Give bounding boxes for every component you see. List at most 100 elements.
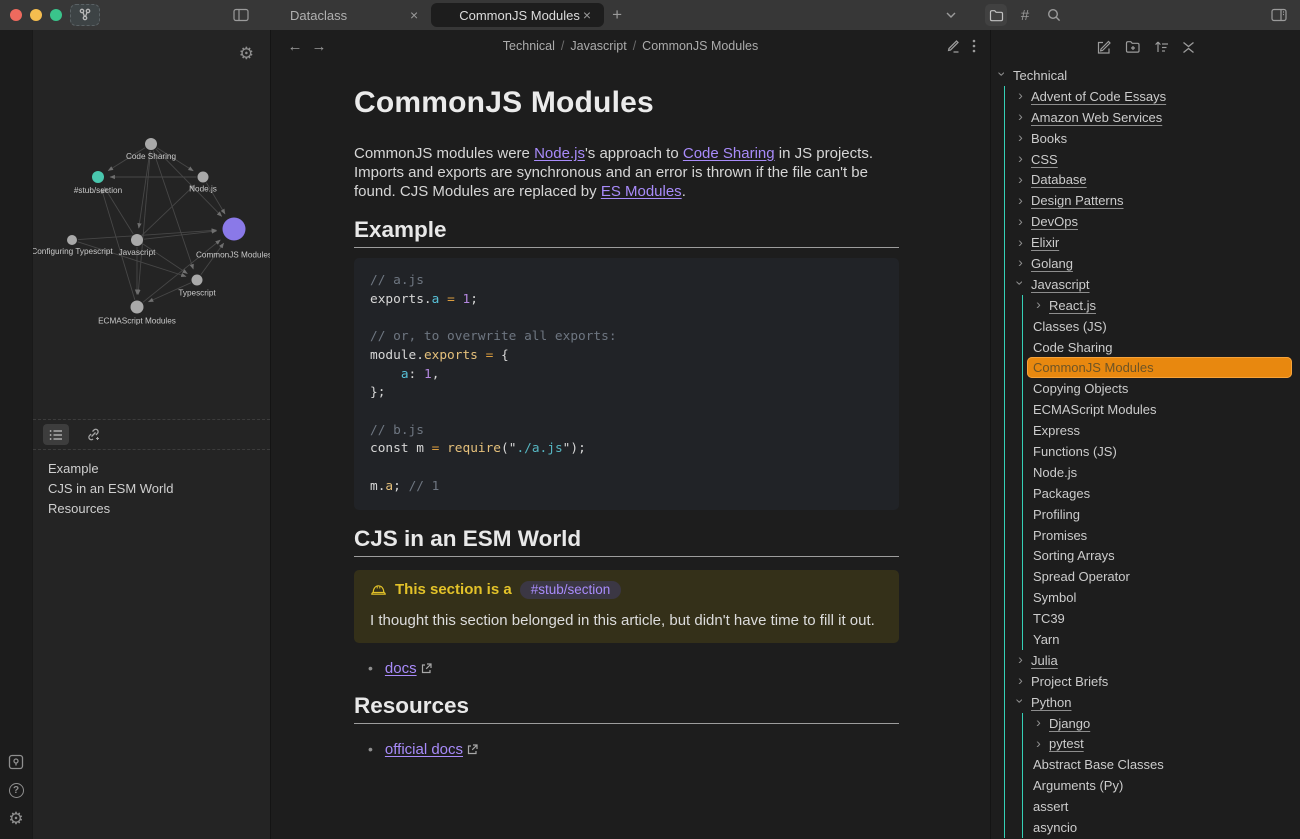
search-button[interactable] [1043, 4, 1065, 26]
tag-stub-section[interactable]: #stub/section [520, 581, 622, 599]
tree-folder[interactable]: ›pytest [1033, 734, 1292, 755]
chevron-icon[interactable]: › [1015, 88, 1026, 102]
inline-link[interactable]: Node.js [534, 145, 585, 162]
chevron-icon[interactable]: › [1015, 172, 1026, 186]
outline-tab-button[interactable] [43, 424, 69, 445]
inline-link[interactable]: ES Modules [601, 183, 682, 200]
outline-item[interactable]: Resources [48, 499, 173, 519]
tree-file[interactable]: Copying Objects [1033, 378, 1292, 399]
official-docs-link[interactable]: official docs [385, 741, 463, 758]
tree-folder[interactable]: ›Python [1015, 692, 1292, 713]
tree-file[interactable]: Packages [1033, 483, 1292, 504]
chevron-icon[interactable]: › [1033, 736, 1044, 750]
graph-node[interactable] [67, 235, 77, 245]
tree-folder[interactable]: ›DevOps [1015, 211, 1292, 232]
chevron-icon[interactable]: › [1015, 109, 1026, 123]
code-block[interactable]: // a.jsexports.a = 1; // or, to overwrit… [354, 258, 899, 509]
tree-file[interactable]: Code Sharing [1033, 337, 1292, 358]
close-icon[interactable]: × [407, 7, 421, 23]
tree-file[interactable]: CommonJS Modules [1027, 357, 1292, 378]
chevron-icon[interactable]: › [1015, 255, 1026, 269]
chevron-icon[interactable]: › [1015, 130, 1026, 144]
graph-node[interactable] [131, 301, 144, 314]
tree-folder[interactable]: ›React.js [1033, 295, 1292, 316]
breadcrumb-segment[interactable]: Technical [503, 39, 555, 53]
chevron-icon[interactable]: › [1015, 151, 1026, 165]
tree-folder[interactable]: ›Design Patterns [1015, 190, 1292, 211]
close-window-button[interactable] [10, 9, 22, 21]
tree-file[interactable]: asyncio [1033, 817, 1292, 838]
chevron-icon[interactable]: › [1014, 696, 1028, 707]
tree-file[interactable]: Classes (JS) [1033, 316, 1292, 337]
graph-node[interactable] [192, 275, 203, 286]
tree-file[interactable]: Abstract Base Classes [1033, 754, 1292, 775]
chevron-icon[interactable]: › [1014, 278, 1028, 289]
tree-file[interactable]: Functions (JS) [1033, 441, 1292, 462]
settings-button[interactable]: ⚙ [7, 809, 25, 827]
chevron-icon[interactable]: › [1015, 235, 1026, 249]
tree-file[interactable]: Symbol [1033, 587, 1292, 608]
tree-folder[interactable]: ›Golang [1015, 253, 1292, 274]
toggle-right-sidebar-button[interactable] [1268, 4, 1290, 26]
tree-file[interactable]: Arguments (Py) [1033, 775, 1292, 796]
tree-folder[interactable]: ›Django [1033, 713, 1292, 734]
chevron-icon[interactable]: › [1015, 652, 1026, 666]
outline-item[interactable]: Example [48, 459, 173, 479]
graph-node[interactable] [131, 234, 143, 246]
tree-file[interactable]: assert [1033, 796, 1292, 817]
tree-folder[interactable]: ›Advent of Code Essays [1015, 86, 1292, 107]
vault-switcher-button[interactable] [7, 753, 25, 771]
tree-file[interactable]: Spread Operator [1033, 566, 1292, 587]
graph-node[interactable] [92, 171, 104, 183]
more-options-button[interactable] [972, 39, 976, 53]
toggle-left-sidebar-button[interactable] [230, 4, 252, 26]
chevron-icon[interactable]: › [1015, 214, 1026, 228]
zoom-window-button[interactable] [50, 9, 62, 21]
tree-folder[interactable]: ›Technical [997, 65, 1292, 86]
chevron-icon[interactable]: › [996, 69, 1010, 80]
tree-file[interactable]: Promises [1033, 525, 1292, 546]
new-note-button[interactable] [1096, 40, 1112, 55]
collapse-all-button[interactable] [1182, 41, 1195, 54]
tree-file[interactable]: Profiling [1033, 504, 1292, 525]
chevron-icon[interactable]: › [1033, 297, 1044, 311]
docs-link[interactable]: docs [385, 660, 417, 677]
tree-folder[interactable]: ›Elixir [1015, 232, 1292, 253]
tree-file[interactable]: TC39 [1033, 608, 1292, 629]
sort-order-button[interactable] [1154, 40, 1169, 54]
outgoing-links-tab-button[interactable] [79, 424, 105, 445]
new-tab-button[interactable]: + [612, 5, 622, 25]
chevron-icon[interactable]: › [1015, 673, 1026, 687]
tree-folder[interactable]: ›Database [1015, 169, 1292, 190]
graph-node[interactable] [223, 218, 246, 241]
tree-folder[interactable]: ›CSS [1015, 149, 1292, 170]
outline-item[interactable]: CJS in an ESM World [48, 479, 173, 499]
tab-commonjs-modules[interactable]: CommonJS Modules × [431, 3, 604, 27]
graph-node[interactable] [198, 172, 209, 183]
inline-link[interactable]: Code Sharing [683, 145, 775, 162]
tree-folder[interactable]: ›Books [1015, 128, 1292, 149]
close-icon[interactable]: × [580, 7, 594, 23]
chevron-icon[interactable]: › [1033, 715, 1044, 729]
tab-dataclass[interactable]: Dataclass × [262, 3, 431, 27]
tree-file[interactable]: Node.js [1033, 462, 1292, 483]
tree-file[interactable]: Express [1033, 420, 1292, 441]
breadcrumb-segment[interactable]: Javascript [570, 39, 626, 53]
tree-file[interactable]: ECMAScript Modules [1033, 399, 1292, 420]
help-button[interactable]: ? [7, 781, 25, 799]
new-folder-button[interactable] [1125, 40, 1141, 54]
breadcrumb-segment[interactable]: CommonJS Modules [642, 39, 758, 53]
files-panel-button[interactable] [985, 4, 1007, 26]
navigate-forward-button[interactable]: → [311, 38, 327, 55]
tree-file[interactable]: Sorting Arrays [1033, 545, 1292, 566]
graph-view-button[interactable] [70, 4, 100, 26]
chevron-icon[interactable]: › [1015, 193, 1026, 207]
tree-folder[interactable]: ›Javascript [1015, 274, 1292, 295]
minimize-window-button[interactable] [30, 9, 42, 21]
tree-folder[interactable]: ›Project Briefs [1015, 671, 1292, 692]
local-graph-view[interactable]: Code Sharing#stub/sectionNode.jsCommonJS… [33, 30, 271, 420]
navigate-back-button[interactable]: ← [287, 38, 303, 55]
graph-node[interactable] [145, 138, 157, 150]
tab-list-dropdown-button[interactable] [940, 4, 962, 26]
tree-file[interactable]: Yarn [1033, 629, 1292, 650]
